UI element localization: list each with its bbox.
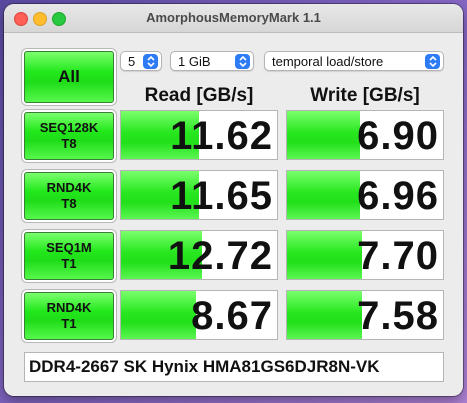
write-result-bar — [287, 171, 361, 219]
test-threads: T8 — [61, 196, 77, 211]
write-result-value: 6.96 — [357, 174, 439, 218]
test-threads: T8 — [61, 136, 77, 151]
run-all-label: All — [58, 67, 80, 86]
read-result-value: 8.67 — [191, 294, 273, 338]
write-result-bar — [287, 291, 362, 339]
test-count-value: 5 — [128, 54, 136, 69]
read-result-rnd4k-t8: 11.65 — [120, 170, 278, 220]
test-size-select[interactable]: 1 GiB — [170, 51, 254, 71]
write-result-seq1m-t1: 7.70 — [286, 230, 444, 280]
test-button-seq128k-t8[interactable]: SEQ128K T8 — [24, 112, 114, 160]
write-result-seq128k-t8: 6.90 — [286, 110, 444, 160]
test-button-rnd4k-t8[interactable]: RND4K T8 — [24, 172, 114, 220]
test-name: SEQ128K — [39, 120, 99, 135]
read-result-bar — [121, 291, 196, 339]
test-name: RND4K — [46, 180, 92, 195]
test-button-rnd4k-t1[interactable]: RND4K T1 — [24, 292, 114, 340]
read-result-seq128k-t8: 11.62 — [120, 110, 278, 160]
test-button-seq1m-t1[interactable]: SEQ1M T1 — [24, 232, 114, 280]
read-result-value: 12.72 — [167, 234, 273, 278]
write-result-bar — [287, 231, 362, 279]
read-result-value: 11.62 — [170, 114, 273, 158]
test-size-value: 1 GiB — [178, 54, 211, 69]
title-bar[interactable]: AmorphousMemoryMark 1.1 — [4, 4, 463, 33]
chevron-updown-icon — [235, 54, 250, 69]
write-result-value: 6.90 — [357, 114, 439, 158]
write-result-value: 7.70 — [357, 234, 439, 278]
write-result-value: 7.58 — [357, 294, 439, 338]
write-result-rnd4k-t8: 6.96 — [286, 170, 444, 220]
read-column-header: Read [GB/s] — [144, 85, 254, 106]
test-threads: T1 — [61, 256, 77, 271]
read-result-rnd4k-t1: 8.67 — [120, 290, 278, 340]
memory-model-field[interactable]: DDR4-2667 SK Hynix HMA81GS6DJR8N-VK — [24, 352, 444, 382]
app-window: AmorphousMemoryMark 1.1 All 5 1 GiB temp… — [4, 4, 463, 396]
chevron-updown-icon — [425, 54, 440, 69]
chevron-updown-icon — [143, 54, 158, 69]
access-mode-select[interactable]: temporal load/store — [264, 51, 444, 71]
read-result-value: 11.65 — [170, 174, 273, 218]
write-result-rnd4k-t1: 7.58 — [286, 290, 444, 340]
write-result-bar — [287, 111, 361, 159]
test-count-select[interactable]: 5 — [120, 51, 162, 71]
read-result-seq1m-t1: 12.72 — [120, 230, 278, 280]
access-mode-value: temporal load/store — [272, 54, 384, 69]
test-name: SEQ1M — [46, 240, 92, 255]
window-title: AmorphousMemoryMark 1.1 — [146, 10, 321, 25]
test-threads: T1 — [61, 316, 77, 331]
test-name: RND4K — [46, 300, 92, 315]
run-all-button[interactable]: All — [24, 51, 114, 103]
write-column-header: Write [GB/s] — [310, 85, 420, 106]
